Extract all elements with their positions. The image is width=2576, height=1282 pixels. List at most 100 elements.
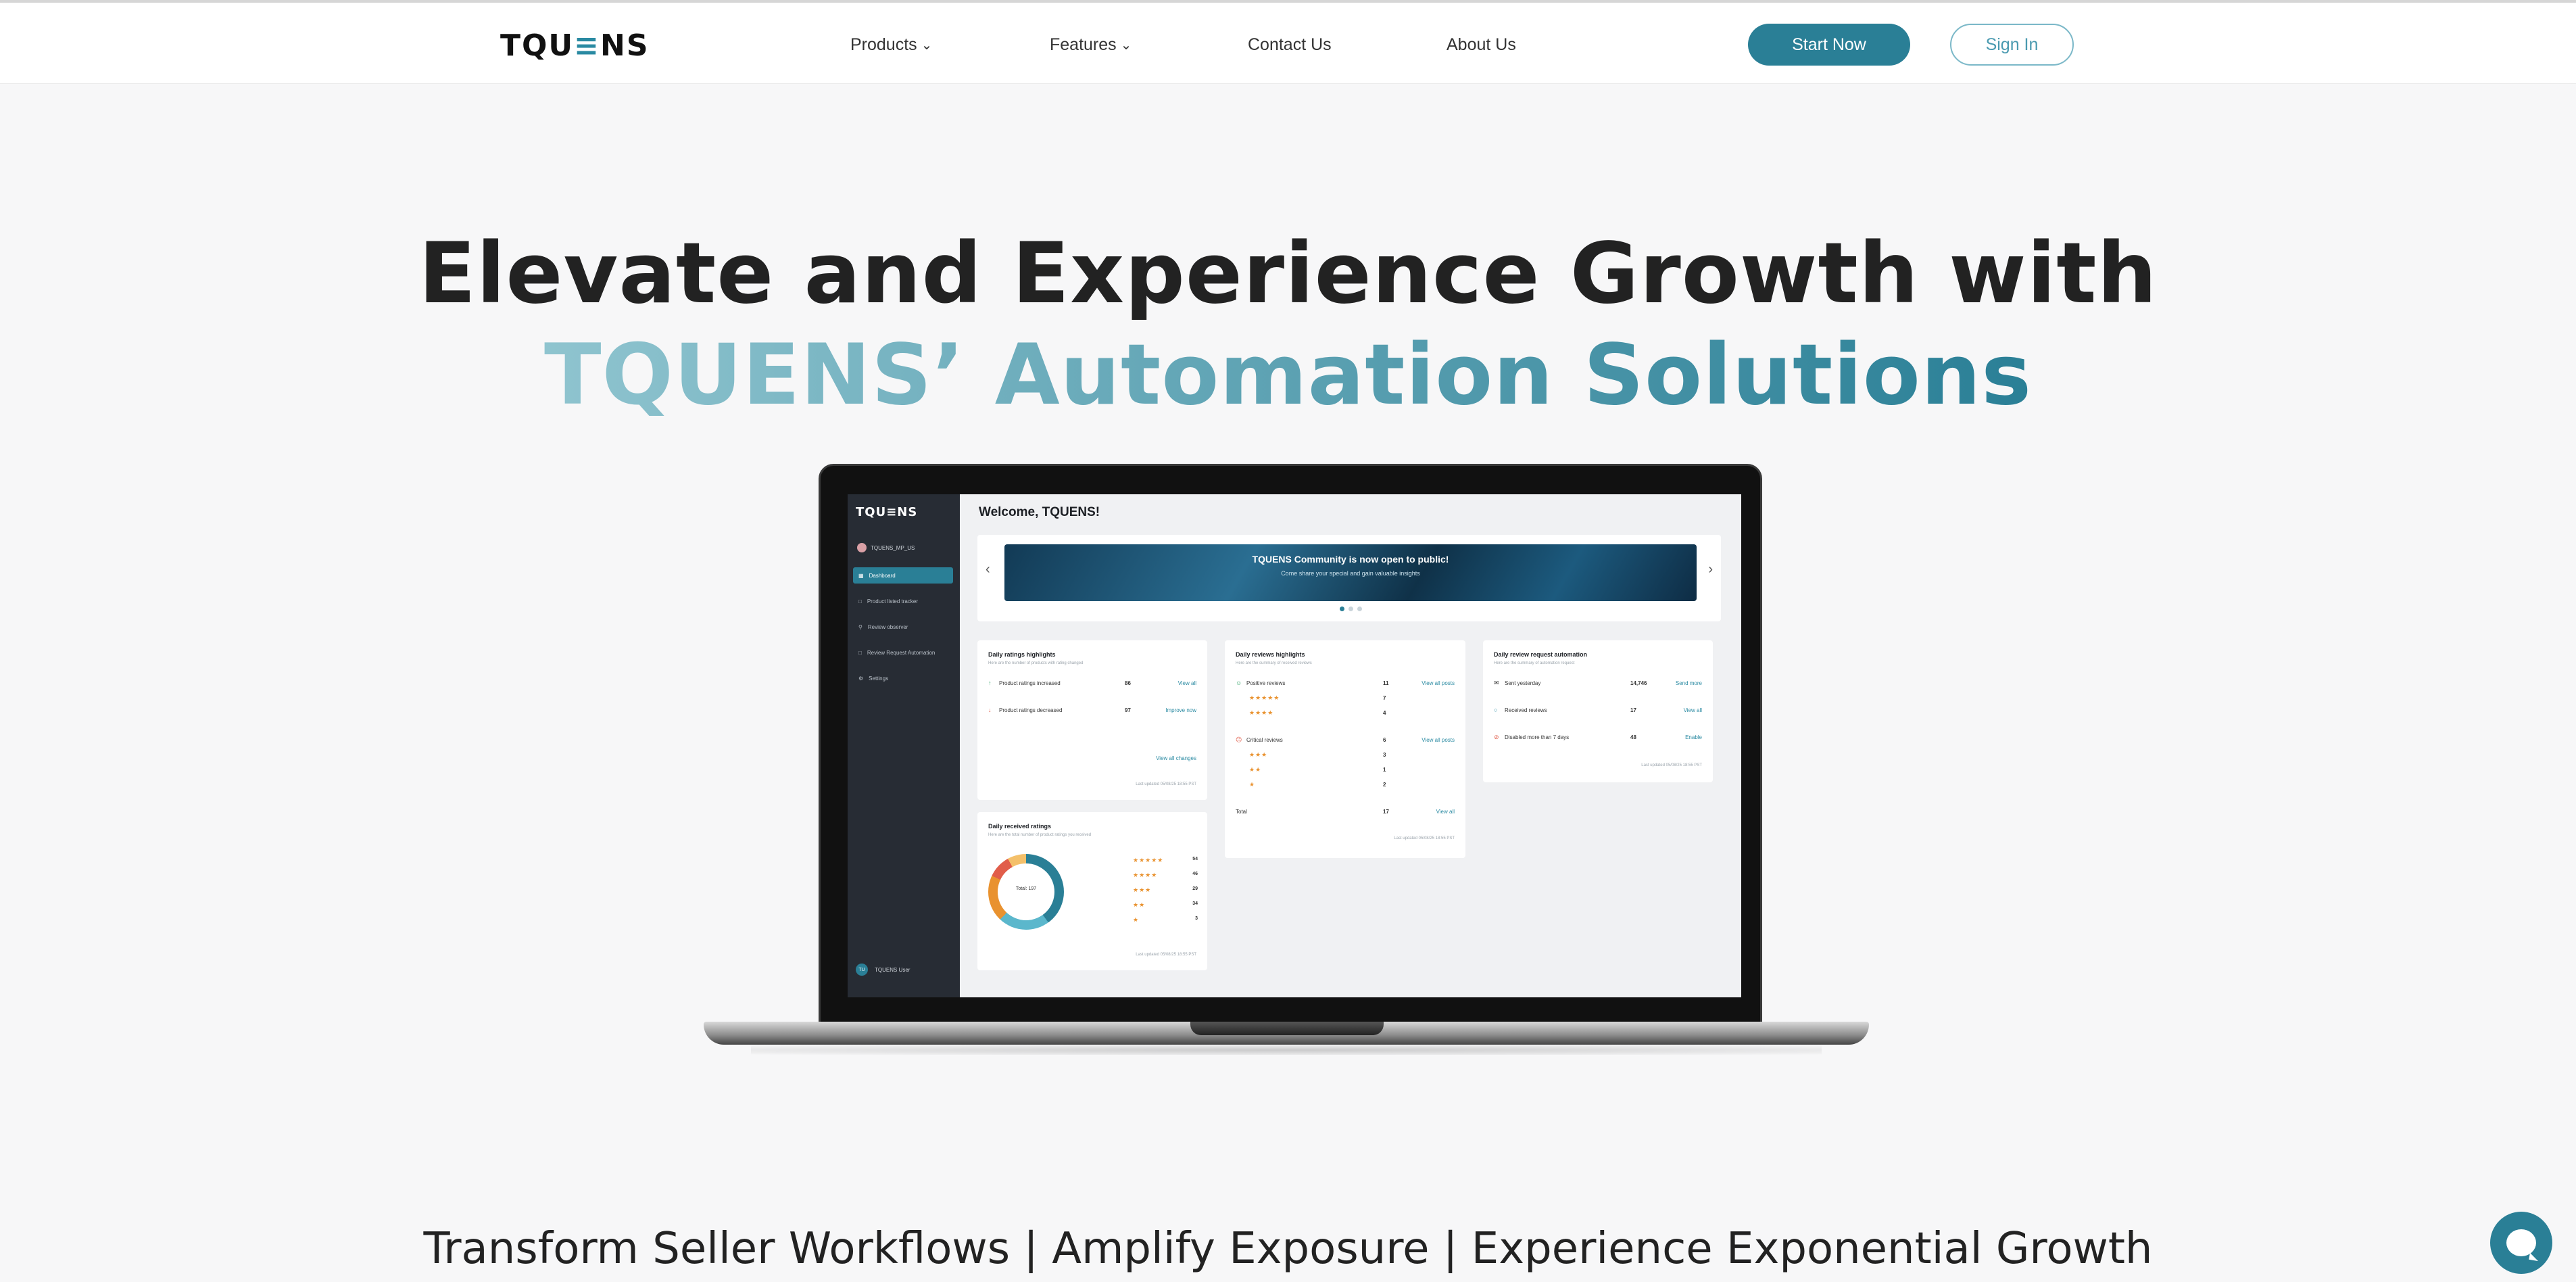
- account-switcher: TQUENS_MP_US: [857, 543, 915, 552]
- row-value: 86: [1125, 680, 1131, 686]
- row-value: 17: [1383, 808, 1389, 815]
- nav-features-label: Features: [1050, 35, 1117, 54]
- carousel-dot: [1340, 607, 1344, 611]
- list-item: ○ Received reviews 17 View all: [1494, 705, 1702, 715]
- avatar: TU: [856, 964, 868, 976]
- box-icon: □: [858, 598, 862, 604]
- row-value: 3: [1383, 751, 1386, 758]
- row-value: 1: [1383, 766, 1386, 773]
- ratings-highlights-card: Daily ratings highlights Here are the nu…: [977, 640, 1207, 800]
- row-label: Product ratings decreased: [999, 707, 1063, 713]
- grid-icon: ▦: [858, 572, 864, 579]
- row-label: Disabled more than 7 days: [1505, 734, 1570, 740]
- stars-icon: ★: [1133, 916, 1140, 923]
- carousel-dot: [1357, 607, 1362, 611]
- disabled-icon: ⊘: [1494, 733, 1499, 740]
- row-link: Improve now: [1165, 707, 1196, 713]
- stars-icon: ★★★: [1249, 751, 1268, 758]
- app-sidebar: TQU≡NS TQUENS_MP_US ▦ Dashboard □ Product …: [848, 494, 960, 997]
- tagline: Transform Seller Workflows | Amplify Exp…: [423, 1224, 2153, 1274]
- nav-products-label: Products: [850, 35, 917, 54]
- list-item: Total 17 View all: [1236, 807, 1455, 816]
- card-title: Daily reviews highlights: [1236, 651, 1305, 658]
- row-label: Critical reviews: [1246, 736, 1283, 743]
- arrow-down-icon: ↓: [988, 707, 992, 713]
- rating-count: 34: [1192, 901, 1198, 906]
- received-ratings-card: Daily received ratings Here are the tota…: [977, 812, 1207, 970]
- list-item: ✉ Sent yesterday 14,746 Send more: [1494, 678, 1702, 688]
- mail-icon: ✉: [1494, 679, 1499, 686]
- nav-contact-label: Contact Us: [1248, 35, 1332, 54]
- user-name: TQUENS User: [875, 966, 910, 973]
- sidebar-label: Review observer: [867, 623, 908, 630]
- last-updated: Last updated 05/08/25 18:55 PST: [1394, 836, 1455, 840]
- hero-title-line2: TQUENS’ Automation Solutions: [544, 325, 2032, 426]
- list-item: ↓ Product ratings decreased 97 Improve now: [988, 705, 1196, 715]
- donut-total: Total: 197: [1015, 886, 1037, 891]
- carousel-dots: [1340, 607, 1362, 611]
- flag-icon: [857, 543, 867, 552]
- calendar-icon: □: [858, 649, 862, 656]
- row-value: 97: [1125, 707, 1131, 713]
- card-subtitle: Here are the number of products with rat…: [988, 661, 1084, 665]
- row-value: 11: [1383, 680, 1389, 686]
- nav-about-us[interactable]: About Us: [1447, 35, 1516, 55]
- gear-icon: ⚙: [858, 675, 864, 682]
- row-label: Received reviews: [1505, 707, 1547, 713]
- stars-icon: ★★★★★: [1249, 694, 1280, 701]
- rating-row: ★★ 34: [1133, 901, 1198, 909]
- stars-icon: ★★★★★: [1133, 857, 1164, 863]
- sidebar-item-dashboard: ▦ Dashboard: [853, 567, 953, 584]
- chevron-left-icon: ‹: [986, 562, 990, 577]
- last-updated: Last updated 05/08/25 18:55 PST: [1136, 953, 1196, 957]
- star-row: ★★ 1: [1249, 765, 1455, 774]
- banner-title: TQUENS Community is now open to public!: [1252, 554, 1449, 565]
- sidebar-user: TU TQUENS User: [856, 964, 910, 976]
- sidebar-item-review-observer: ⚲ Review observer: [853, 619, 953, 635]
- rating-count: 29: [1192, 886, 1198, 891]
- stars-icon: ★★: [1133, 901, 1146, 908]
- sidebar-label: Dashboard: [869, 572, 896, 579]
- card-title: Daily review request automation: [1494, 651, 1588, 658]
- chat-widget-button[interactable]: [2490, 1212, 2552, 1274]
- row-value: 7: [1383, 694, 1386, 701]
- row-link: View all: [1177, 680, 1196, 686]
- row-link: Enable: [1685, 734, 1702, 740]
- chevron-right-icon: ›: [1708, 562, 1713, 577]
- stars-icon: ★★★: [1133, 886, 1152, 893]
- row-link: Send more: [1675, 680, 1702, 686]
- nav-products[interactable]: Products ⌄: [850, 35, 932, 55]
- rating-count: 46: [1192, 872, 1198, 876]
- row-link: View all: [1436, 808, 1455, 815]
- search-icon: ⚲: [858, 623, 862, 630]
- laptop-shadow: [751, 1045, 1822, 1055]
- row-value: 17: [1630, 707, 1636, 713]
- arrow-up-icon: ↑: [988, 680, 992, 686]
- chat-icon: ○: [1494, 707, 1498, 713]
- nav-features[interactable]: Features ⌄: [1050, 35, 1132, 55]
- carousel-dot: [1348, 607, 1353, 611]
- site-header: TQU≡NS Products ⌄ Features ⌄ Contact Us Ab…: [0, 3, 2576, 84]
- card-subtitle: Here are the total number of product rat…: [988, 833, 1092, 837]
- rating-row: ★★★★★ 54: [1133, 857, 1198, 864]
- nav-contact-us[interactable]: Contact Us: [1248, 35, 1332, 55]
- start-now-button[interactable]: Start Now: [1748, 24, 1910, 66]
- card-subtitle: Here are the summary of received reviews: [1236, 661, 1312, 665]
- sidebar-item-product-tracker: □ Product listed tracker: [853, 593, 953, 609]
- hero-title-line1: Elevate and Experience Growth with: [418, 225, 2158, 323]
- list-item: ☺ Positive reviews 11 View all posts: [1236, 678, 1455, 688]
- rating-row: ★ 3: [1133, 916, 1198, 924]
- view-all-changes-link: View all changes: [1156, 755, 1196, 761]
- logo-accent: ≡: [574, 28, 601, 63]
- star-row: ★★★★ 4: [1249, 708, 1455, 717]
- hero: Elevate and Experience Growth with TQUEN…: [0, 223, 2576, 426]
- rating-row: ★★★ 29: [1133, 886, 1198, 894]
- logo[interactable]: TQU≡NS: [500, 28, 650, 63]
- stars-icon: ★★★★: [1249, 709, 1274, 716]
- sign-in-button[interactable]: Sign In: [1950, 24, 2074, 66]
- ratings-donut-chart: [988, 854, 1064, 930]
- app-main: Welcome, TQUENS! ‹ TQUENS Community is n…: [960, 494, 1741, 997]
- list-item: ↑ Product ratings increased 86 View all: [988, 678, 1196, 688]
- card-title: Daily ratings highlights: [988, 651, 1056, 658]
- sidebar-item-settings: ⚙ Settings: [853, 670, 953, 686]
